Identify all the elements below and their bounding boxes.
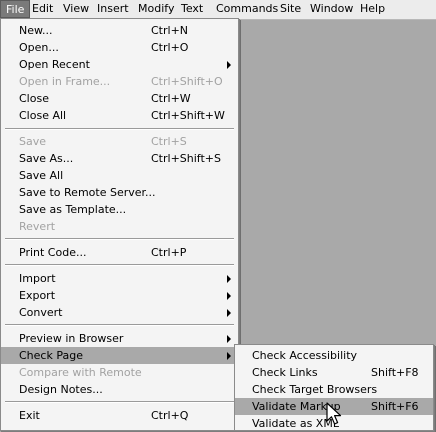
menubar-edit[interactable]: Edit (27, 0, 58, 18)
menu-item-shortcut: Ctrl+Shift+S (151, 152, 221, 165)
menu-item-label: Check Target Browsers (252, 383, 378, 396)
submenu-arrow-icon (227, 61, 231, 69)
menu-item-check-accessibility[interactable]: Check Accessibility (235, 347, 433, 364)
file-menu: New... Ctrl+N Open... Ctrl+O Open Recent… (0, 18, 239, 431)
menu-item-open-in-frame: Open in Frame... Ctrl+Shift+O (1, 73, 238, 90)
menu-item-save: Save Ctrl+S (1, 133, 238, 150)
menu-separator (5, 128, 234, 130)
menu-item-new[interactable]: New... Ctrl+N (1, 22, 238, 39)
menu-item-save-as[interactable]: Save As... Ctrl+Shift+S (1, 150, 238, 167)
menu-item-label: Check Page (19, 349, 83, 362)
menu-item-label: Export (19, 289, 56, 302)
menubar-site[interactable]: Site (275, 0, 306, 18)
menu-item-shortcut: Ctrl+Q (151, 409, 189, 422)
menubar-window[interactable]: Window (305, 0, 358, 18)
menu-item-check-target-browsers[interactable]: Check Target Browsers (235, 381, 433, 398)
menu-item-export[interactable]: Export (1, 287, 238, 304)
menu-item-label: Exit (19, 409, 40, 422)
menubar-commands[interactable]: Commands (211, 0, 283, 18)
menubar-view[interactable]: View (58, 0, 94, 18)
menu-item-shortcut: Ctrl+P (151, 246, 187, 259)
menu-item-label: Close (19, 92, 49, 105)
menu-item-close-all[interactable]: Close All Ctrl+Shift+W (1, 107, 238, 124)
menu-item-label: New... (19, 24, 53, 37)
menubar-insert[interactable]: Insert (92, 0, 134, 18)
submenu-arrow-icon (227, 352, 231, 360)
submenu-arrow-icon (227, 292, 231, 300)
menu-item-compare-remote: Compare with Remote (1, 364, 238, 381)
menu-item-save-all[interactable]: Save All (1, 167, 238, 184)
menu-separator (5, 264, 234, 266)
submenu-arrow-icon (227, 335, 231, 343)
menu-item-label: Save as Template... (19, 203, 127, 216)
menu-item-label: Design Notes... (19, 383, 103, 396)
menu-item-shortcut: Ctrl+S (151, 135, 187, 148)
menu-item-shortcut: Ctrl+Shift+O (151, 75, 223, 88)
menu-item-label: Import (19, 272, 56, 285)
menu-item-check-page[interactable]: Check Page (1, 347, 238, 364)
menu-item-label: Open in Frame... (19, 75, 111, 88)
menu-item-close[interactable]: Close Ctrl+W (1, 90, 238, 107)
menu-item-label: Save (19, 135, 47, 148)
menu-bar: File Edit View Insert Modify Text Comman… (0, 0, 436, 20)
menu-item-label: Close All (19, 109, 67, 122)
menu-item-preview-in-browser[interactable]: Preview in Browser (1, 330, 238, 347)
menu-item-design-notes[interactable]: Design Notes... (1, 381, 238, 398)
menubar-file[interactable]: File (0, 0, 31, 18)
menu-item-label: Revert (19, 220, 56, 233)
menu-item-label: Save All (19, 169, 64, 182)
menu-item-open[interactable]: Open... Ctrl+O (1, 39, 238, 56)
menu-item-label: Compare with Remote (19, 366, 142, 379)
menu-item-label: Open Recent (19, 58, 90, 71)
menu-item-check-links[interactable]: Check Links Shift+F8 (235, 364, 433, 381)
menu-item-save-template[interactable]: Save as Template... (1, 201, 238, 218)
menu-item-label: Check Accessibility (252, 349, 358, 362)
menu-item-label: Open... (19, 41, 59, 54)
menu-item-exit[interactable]: Exit Ctrl+Q (1, 407, 238, 424)
menu-item-label: Preview in Browser (19, 332, 124, 345)
menu-item-revert: Revert (1, 218, 238, 235)
mouse-pointer-icon (326, 402, 342, 425)
menu-item-shortcut: Shift+F8 (371, 366, 419, 379)
menubar-help[interactable]: Help (355, 0, 390, 18)
menu-item-label: Check Links (252, 366, 318, 379)
menu-item-label: Save to Remote Server... (19, 186, 156, 199)
menu-item-shortcut: Ctrl+W (151, 92, 191, 105)
menu-item-import[interactable]: Import (1, 270, 238, 287)
menu-item-shortcut: Ctrl+Shift+W (151, 109, 225, 122)
menu-item-save-remote[interactable]: Save to Remote Server... (1, 184, 238, 201)
menu-item-shortcut: Shift+F6 (371, 400, 419, 413)
menu-separator (5, 324, 234, 326)
submenu-arrow-icon (227, 309, 231, 317)
menu-item-shortcut: Ctrl+O (151, 41, 189, 54)
menubar-text[interactable]: Text (176, 0, 208, 18)
menu-separator (5, 401, 234, 403)
menu-item-open-recent[interactable]: Open Recent (1, 56, 238, 73)
menu-item-shortcut: Ctrl+N (151, 24, 189, 37)
menu-item-print-code[interactable]: Print Code... Ctrl+P (1, 244, 238, 261)
menu-item-label: Save As... (19, 152, 74, 165)
submenu-arrow-icon (227, 275, 231, 283)
menu-item-label: Print Code... (19, 246, 87, 259)
menubar-modify[interactable]: Modify (133, 0, 179, 18)
menu-item-convert[interactable]: Convert (1, 304, 238, 321)
menu-item-label: Convert (19, 306, 63, 319)
menu-separator (5, 238, 234, 240)
